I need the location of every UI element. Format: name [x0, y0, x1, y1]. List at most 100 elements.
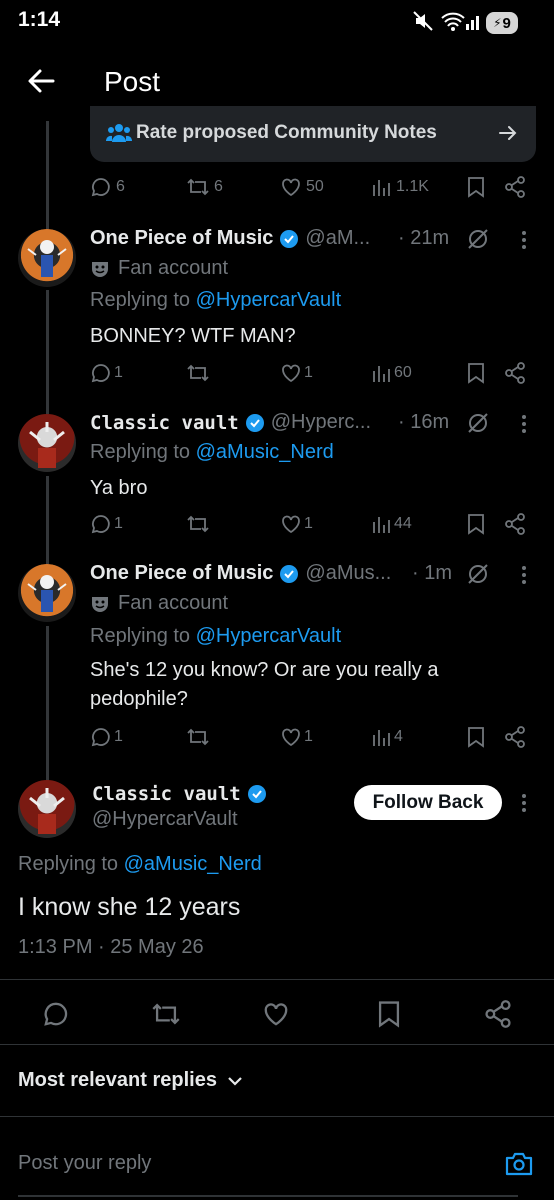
- reply-button[interactable]: 1: [90, 513, 123, 535]
- page-title: Post: [104, 66, 161, 97]
- views-icon: [373, 180, 390, 196]
- post-timestamp: 1:13 PM · 25 May 26: [18, 936, 204, 958]
- bookmark-icon[interactable]: [466, 513, 486, 535]
- post-time: · 21m: [398, 227, 450, 249]
- replying-to-line: Replying to @HypercarVault: [90, 625, 342, 647]
- grok-icon[interactable]: [466, 411, 490, 435]
- repost-button[interactable]: 6: [186, 176, 223, 198]
- more-options-icon[interactable]: [520, 564, 528, 586]
- share-icon[interactable]: [504, 726, 526, 748]
- reply-button[interactable]: 6: [90, 176, 125, 198]
- reply-text-line-1: She's 12 you know? Or are you really a: [90, 659, 439, 681]
- thread-line: [46, 626, 49, 781]
- author-handle[interactable]: @aMus...: [305, 562, 391, 585]
- share-icon[interactable]: [504, 362, 526, 384]
- author-name[interactable]: One Piece of Music: [90, 562, 273, 585]
- bookmark-icon[interactable]: [466, 726, 486, 748]
- bookmark-icon[interactable]: [466, 176, 486, 198]
- views-button[interactable]: 1.1K: [372, 176, 429, 198]
- like-button[interactable]: 1: [280, 726, 313, 748]
- views-icon: [373, 730, 390, 746]
- avatar[interactable]: [18, 780, 76, 838]
- views-icon: [373, 517, 390, 533]
- avatar[interactable]: [18, 229, 76, 287]
- reply-icon: [91, 728, 110, 747]
- back-arrow-icon[interactable]: [26, 66, 56, 96]
- bookmark-icon[interactable]: [466, 362, 486, 384]
- avatar[interactable]: [18, 564, 76, 622]
- post-time: · 16m: [398, 411, 450, 433]
- verified-badge-icon: [247, 785, 266, 803]
- verified-badge-icon: [280, 229, 299, 248]
- composer-underline: [18, 1195, 518, 1197]
- repost-icon[interactable]: [186, 362, 210, 384]
- reply-text-line-2: pedophile?: [90, 688, 188, 710]
- repost-icon[interactable]: [186, 726, 210, 748]
- author-handle[interactable]: @Hyperc...: [271, 411, 371, 434]
- like-button[interactable]: 50: [280, 176, 324, 198]
- thread-line: [46, 476, 49, 564]
- like-button[interactable]: 1: [280, 513, 313, 535]
- author-name[interactable]: Classic vault: [90, 412, 239, 434]
- views-button[interactable]: 4: [372, 726, 403, 748]
- avatar[interactable]: [18, 414, 76, 472]
- like-button[interactable]: 1: [280, 362, 313, 384]
- wifi-icon: [440, 10, 466, 32]
- share-icon[interactable]: [504, 176, 526, 198]
- replying-to-link[interactable]: @HypercarVault: [196, 625, 342, 647]
- views-button[interactable]: 60: [372, 362, 412, 384]
- reply-icon: [91, 178, 110, 197]
- repost-icon[interactable]: [186, 513, 210, 535]
- fan-account-label: Fan account: [118, 592, 229, 614]
- share-icon[interactable]: [504, 513, 526, 535]
- views-icon: [373, 366, 390, 382]
- replying-to-line: Replying to @HypercarVault: [90, 289, 342, 311]
- divider: [0, 979, 554, 980]
- arrow-right-icon: [498, 124, 518, 142]
- repost-icon[interactable]: [150, 1000, 182, 1028]
- reply-button[interactable]: 1: [90, 362, 123, 384]
- replying-to-link[interactable]: @HypercarVault: [196, 289, 342, 311]
- replying-to-link[interactable]: @aMusic_Nerd: [124, 853, 262, 875]
- author-name[interactable]: One Piece of Music: [90, 227, 273, 250]
- reply-composer-input[interactable]: Post your reply: [18, 1152, 151, 1175]
- verified-badge-icon: [245, 413, 264, 432]
- replying-to-link[interactable]: @aMusic_Nerd: [196, 441, 334, 463]
- more-options-icon[interactable]: [520, 792, 528, 814]
- heart-icon: [282, 728, 300, 747]
- signal-icon: [466, 12, 482, 30]
- author-handle[interactable]: @aM...: [305, 227, 370, 250]
- author-handle[interactable]: @HypercarVault: [92, 808, 238, 831]
- reply-text: Ya bro: [90, 477, 148, 499]
- bookmark-icon[interactable]: [376, 1000, 402, 1028]
- more-options-icon[interactable]: [520, 413, 528, 435]
- community-notes-label: Rate proposed Community Notes: [136, 122, 437, 143]
- sort-label: Most relevant replies: [18, 1069, 217, 1091]
- chevron-down-icon: [228, 1076, 242, 1086]
- battery-indicator: ⚡ 9: [486, 12, 518, 34]
- thread-line: [46, 290, 49, 414]
- divider: [0, 1116, 554, 1117]
- fan-mask-icon: [92, 261, 108, 277]
- status-time: 1:14: [18, 8, 61, 31]
- heart-icon: [282, 364, 300, 383]
- reply-icon[interactable]: [42, 1000, 70, 1028]
- reply-text: BONNEY? WTF MAN?: [90, 325, 296, 347]
- views-button[interactable]: 44: [372, 513, 412, 535]
- grok-icon[interactable]: [466, 227, 490, 251]
- reply-button[interactable]: 1: [90, 726, 123, 748]
- follow-back-button[interactable]: Follow Back: [354, 785, 502, 820]
- people-icon: [106, 122, 132, 144]
- sort-replies-dropdown[interactable]: Most relevant replies: [18, 1069, 243, 1092]
- post-text: I know she 12 years: [18, 893, 241, 921]
- replying-to-line: Replying to @aMusic_Nerd: [18, 853, 262, 875]
- mute-icon: [412, 10, 434, 32]
- fan-account-label: Fan account: [118, 257, 229, 279]
- camera-icon[interactable]: [504, 1150, 534, 1178]
- more-options-icon[interactable]: [520, 229, 528, 251]
- share-icon[interactable]: [484, 1000, 512, 1028]
- grok-icon[interactable]: [466, 562, 490, 586]
- heart-icon[interactable]: [262, 1000, 290, 1028]
- divider: [0, 1044, 554, 1045]
- author-name[interactable]: Classic vault: [92, 783, 241, 805]
